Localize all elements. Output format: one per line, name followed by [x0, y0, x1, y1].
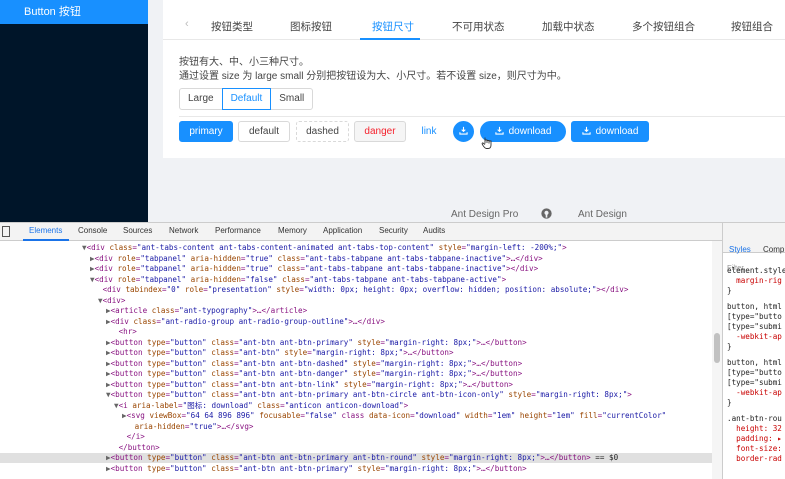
download-label: download	[508, 126, 552, 137]
dom-node[interactable]: <div tabindex="0" role="presentation" st…	[98, 285, 629, 295]
dom-node[interactable]: </button>	[114, 443, 160, 453]
tab-performance[interactable]: Performance	[215, 226, 261, 235]
tab-memory[interactable]: Memory	[278, 226, 307, 235]
devtools-tabs: Elements Console Sources Network Perform…	[0, 223, 722, 241]
dom-tree: ▼<div class="ant-tabs-content ant-tabs-c…	[0, 241, 722, 479]
dom-node[interactable]: <hr>	[114, 327, 137, 337]
default-button[interactable]: default	[238, 121, 290, 142]
download-label: download	[595, 126, 639, 137]
dom-node[interactable]: ▼<div class="ant-tabs-content ant-tabs-c…	[82, 243, 567, 253]
style-rule-line: height: 32	[727, 424, 782, 433]
dashed-button[interactable]: dashed	[296, 121, 349, 142]
dom-node[interactable]: ▶<div role="tabpanel" aria-hidden="true"…	[90, 254, 543, 264]
tab-icon-button[interactable]: 图标按钮	[290, 19, 332, 34]
style-rule-line: .ant-btn-rou	[727, 414, 782, 423]
hand-cursor-icon	[481, 137, 492, 149]
tab-button-size[interactable]: 按钮尺寸	[372, 19, 414, 34]
style-rule-line: [type="butto	[727, 312, 782, 321]
style-rule-line: }	[727, 342, 732, 351]
dom-node[interactable]: ▶<button type="button" class="ant-btn an…	[106, 359, 522, 369]
devtools-panel: Elements Console Sources Network Perform…	[0, 222, 785, 479]
tab-audits[interactable]: Audits	[423, 226, 445, 235]
dom-node[interactable]: ▶<div role="tabpanel" aria-hidden="true"…	[90, 264, 538, 274]
tab-multiple-buttons[interactable]: 多个按钮组合	[632, 19, 695, 34]
description-line-1: 按钮有大、中、小三种尺寸。	[179, 57, 309, 68]
dom-node[interactable]: </i>	[122, 432, 145, 442]
tab-disabled[interactable]: 不可用状态	[452, 19, 505, 34]
tab-computed[interactable]: Comp	[763, 245, 784, 254]
dom-node[interactable]: ▶<button type="button" class="ant-btn an…	[106, 369, 522, 379]
dom-node-selected[interactable]: ▶<button type="button" class="ant-btn an…	[0, 453, 712, 463]
dom-node[interactable]: ▶<button type="button" class="ant-btn" s…	[106, 348, 454, 358]
tab-security[interactable]: Security	[379, 226, 408, 235]
tab-loading[interactable]: 加载中状态	[542, 19, 595, 34]
divider	[179, 116, 785, 117]
tab-button-type[interactable]: 按钮类型	[211, 19, 253, 34]
tab-network[interactable]: Network	[169, 226, 198, 235]
dom-node[interactable]: ▶<button type="button" class="ant-btn an…	[106, 464, 527, 474]
style-rule-line: padding: ▸	[727, 434, 782, 443]
style-rule-line: }	[727, 286, 732, 295]
dom-node[interactable]: ▼<button type="button" class="ant-btn an…	[106, 390, 632, 400]
demo-tabs: ‹ 按钮类型 图标按钮 按钮尺寸 不可用状态 加载中状态 多个按钮组合 按钮组合	[163, 12, 785, 40]
device-toolbar-icon[interactable]	[2, 226, 10, 237]
primary-button[interactable]: primary	[179, 121, 233, 142]
style-rule-line: [type="submi	[727, 378, 782, 387]
download-icon	[581, 126, 591, 135]
dom-node[interactable]: ▶<article class="ant-typography">…</arti…	[106, 306, 307, 316]
github-icon[interactable]	[541, 208, 552, 219]
dom-node[interactable]: ▶<button type="button" class="ant-btn an…	[106, 338, 527, 348]
dom-node[interactable]: aria-hidden="true">…</svg>	[130, 422, 254, 432]
tab-console[interactable]: Console	[78, 226, 107, 235]
chevron-left-icon[interactable]: ‹	[185, 18, 189, 30]
download-icon	[494, 126, 504, 135]
size-radio-group: Large Default Small	[179, 88, 314, 110]
tab-styles[interactable]: Styles	[729, 245, 751, 254]
style-rule-line: [type="submi	[727, 322, 782, 331]
style-rule-line: element.style	[727, 266, 785, 275]
dom-scrollbar-thumb[interactable]	[714, 333, 720, 363]
styles-pane: Styles Comp Filter element.style margin-…	[722, 223, 785, 479]
radio-large[interactable]: Large	[179, 88, 223, 110]
app-area: Button 按钮 ‹ 按钮类型 图标按钮 按钮尺寸 不可用状态 加载中状态 多…	[0, 0, 785, 222]
style-rule-line: -webkit-ap	[727, 388, 782, 397]
tab-sources[interactable]: Sources	[123, 226, 152, 235]
dom-node[interactable]: ▶<button type="button" class="ant-btn an…	[106, 380, 513, 390]
tab-ink-bar	[360, 38, 420, 40]
style-rule-line: button, html	[727, 302, 782, 311]
screen: Button 按钮 ‹ 按钮类型 图标按钮 按钮尺寸 不可用状态 加载中状态 多…	[0, 0, 785, 479]
download-circle-button[interactable]	[453, 121, 474, 142]
style-rule-line: font-size:	[727, 444, 782, 453]
link-button[interactable]: link	[416, 121, 442, 142]
dom-node[interactable]: ▶<div class="ant-radio-group ant-radio-g…	[106, 317, 385, 327]
footer-link-antd[interactable]: Ant Design	[578, 209, 627, 220]
footer-link-pro[interactable]: Ant Design Pro	[451, 209, 518, 220]
tab-application[interactable]: Application	[323, 226, 362, 235]
style-rule-line: margin-rig	[727, 276, 782, 285]
description-line-2: 通过设置 size 为 large small 分别把按钮设为大、小尺寸。若不设…	[179, 71, 567, 82]
dom-node[interactable]: ▼<div>	[98, 296, 125, 306]
tab-elements[interactable]: Elements	[29, 226, 62, 235]
dom-node[interactable]: ▼<div role="tabpanel" aria-hidden="false…	[90, 275, 506, 285]
style-rule-line: [type="butto	[727, 368, 782, 377]
download-icon	[459, 126, 468, 135]
style-rule-line: }	[727, 398, 732, 407]
dom-node[interactable]: ▼<i aria-label="图标: download" class="ant…	[114, 401, 408, 411]
radio-default[interactable]: Default	[221, 88, 272, 110]
radio-small[interactable]: Small	[270, 88, 314, 110]
download-button[interactable]: download	[571, 121, 649, 142]
sidebar: Button 按钮	[0, 0, 148, 222]
sidebar-item-button[interactable]: Button 按钮	[0, 0, 148, 24]
danger-button[interactable]: danger	[354, 121, 406, 142]
style-rule-line: -webkit-ap	[727, 332, 782, 341]
styles-tabs: Styles Comp	[723, 223, 785, 254]
demo-card: ‹ 按钮类型 图标按钮 按钮尺寸 不可用状态 加载中状态 多个按钮组合 按钮组合…	[163, 0, 785, 158]
dom-node[interactable]: ▶<svg viewBox="64 64 896 896" focusable=…	[122, 411, 666, 421]
style-rule-line: border-rad	[727, 454, 782, 463]
tab-button-group[interactable]: 按钮组合	[731, 19, 773, 34]
style-rule-line: button, html	[727, 358, 782, 367]
